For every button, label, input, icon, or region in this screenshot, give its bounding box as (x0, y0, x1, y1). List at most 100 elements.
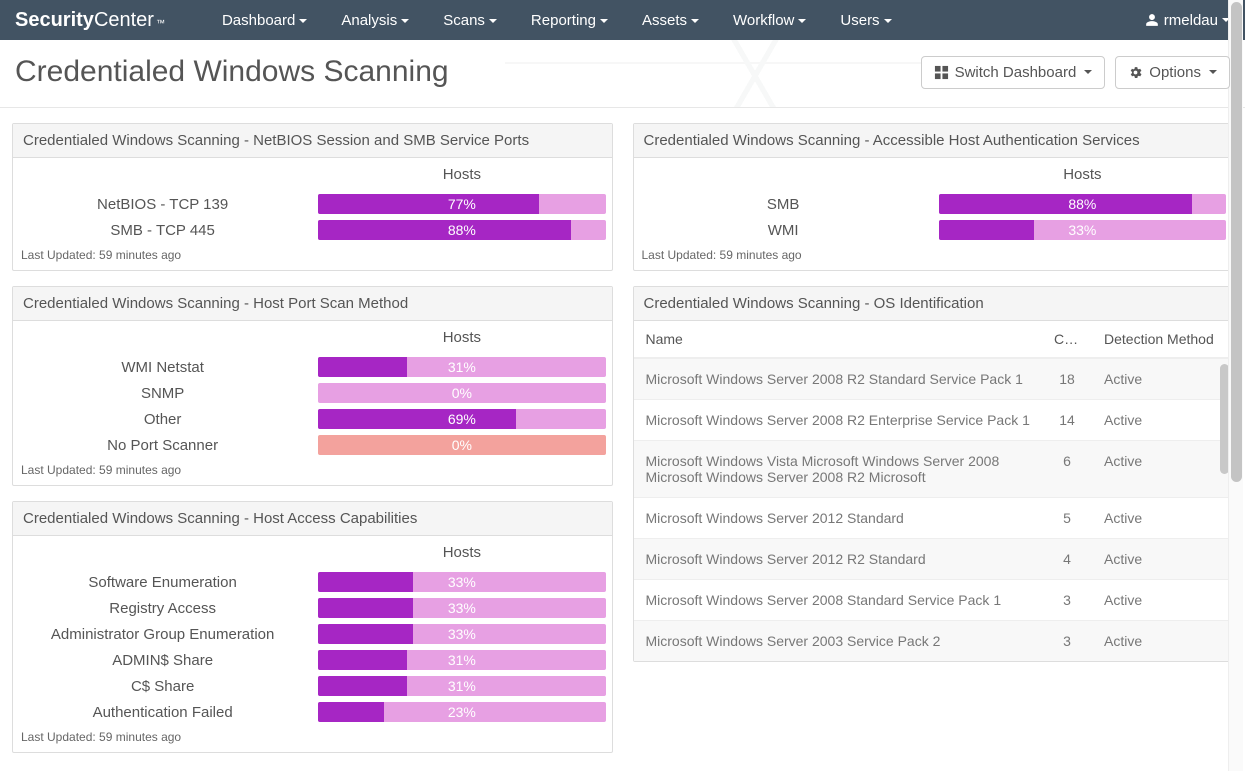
column-hosts: Hosts (933, 158, 1232, 191)
options-button[interactable]: Options (1115, 56, 1230, 89)
bar[interactable]: 33% (318, 624, 605, 644)
nav-item-users[interactable]: Users (823, 2, 908, 39)
bar-value: 77% (318, 194, 605, 214)
nav-label: Assets (642, 12, 687, 29)
row-label: ADMIN$ Share (13, 647, 312, 673)
bar[interactable]: 77% (318, 194, 605, 214)
brand-tm: ™ (156, 18, 165, 28)
row-label: WMI (634, 217, 933, 243)
cell-count: 6 (1042, 441, 1092, 498)
table-row[interactable]: Microsoft Windows Server 2012 R2 Standar… (634, 539, 1233, 580)
row-bar-cell: 88% (312, 217, 611, 243)
table-row[interactable]: Microsoft Windows Server 2012 Standard5A… (634, 498, 1233, 539)
brand-part1: Security (15, 9, 94, 32)
row-bar-cell: 69% (312, 406, 611, 432)
row-label: Authentication Failed (13, 699, 312, 725)
scrollbar-thumb[interactable] (1231, 2, 1242, 482)
panel-title: Credentialed Windows Scanning - Host Acc… (13, 502, 612, 536)
bar[interactable]: 88% (939, 194, 1226, 214)
bar-row: Software Enumeration33% (13, 569, 612, 595)
bar-value: 31% (318, 676, 605, 696)
bar[interactable]: 69% (318, 409, 605, 429)
table-row[interactable]: Microsoft Windows Server 2008 R2 Enterpr… (634, 400, 1233, 441)
table-row[interactable]: Microsoft Windows Vista Microsoft Window… (634, 441, 1233, 498)
nav-label: Analysis (341, 12, 397, 29)
nav-item-analysis[interactable]: Analysis (324, 2, 426, 39)
bar-table: Hosts SMB88%WMI 33% (634, 158, 1233, 243)
cell-name: Microsoft Windows Server 2012 R2 Standar… (634, 539, 1043, 580)
user-icon (1145, 13, 1159, 27)
column-count[interactable]: C… (1042, 321, 1092, 358)
nav-item-scans[interactable]: Scans (426, 2, 514, 39)
bar-row: WMI Netstat 31% (13, 354, 612, 380)
caret-down-icon (1084, 70, 1092, 74)
caret-down-icon (884, 19, 892, 23)
bar-row: WMI 33% (634, 217, 1233, 243)
row-bar-cell: 88% (933, 191, 1232, 217)
row-label: SMB - TCP 445 (13, 217, 312, 243)
bar[interactable]: 31% (318, 650, 605, 670)
bar[interactable]: 31% (318, 357, 605, 377)
table-row[interactable]: Microsoft Windows Server 2008 R2 Standar… (634, 359, 1233, 400)
column-name[interactable]: Name (634, 321, 1043, 358)
panel-port-scan-method: Credentialed Windows Scanning - Host Por… (12, 286, 613, 486)
bar[interactable]: 88% (318, 220, 605, 240)
caret-down-icon (600, 19, 608, 23)
nav-item-reporting[interactable]: Reporting (514, 2, 625, 39)
column-detection-method[interactable]: Detection Method (1092, 321, 1232, 358)
os-table-scroll[interactable]: Microsoft Windows Server 2008 R2 Standar… (634, 358, 1233, 661)
nav-item-dashboard[interactable]: Dashboard (205, 2, 324, 39)
bar[interactable]: 0% (318, 383, 605, 403)
row-label: C$ Share (13, 673, 312, 699)
row-bar-cell: 31% (312, 673, 611, 699)
bar-row: Administrator Group Enumeration33% (13, 621, 612, 647)
bar[interactable]: 23% (318, 702, 605, 722)
cell-count: 4 (1042, 539, 1092, 580)
grid-icon (934, 65, 949, 80)
bar-row: Registry Access33% (13, 595, 612, 621)
column-hosts: Hosts (312, 321, 611, 354)
dashboard: Credentialed Windows Scanning - NetBIOS … (0, 108, 1245, 753)
nav-item-assets[interactable]: Assets (625, 2, 716, 39)
row-bar-cell: 33% (312, 569, 611, 595)
nav-menu: Dashboard Analysis Scans Reporting Assets Wor… (205, 2, 1145, 39)
bar-row: C$ Share 31% (13, 673, 612, 699)
row-bar-cell: 0% (312, 380, 611, 406)
bar-table: Hosts WMI Netstat31%SNMP0%Other69%No Por… (13, 321, 612, 458)
page-title: Credentialed Windows Scanning (15, 55, 921, 89)
bar-value: 88% (939, 194, 1226, 214)
row-label: NetBIOS - TCP 139 (13, 191, 312, 217)
bar-row: SNMP0% (13, 380, 612, 406)
nav-label: Scans (443, 12, 485, 29)
row-bar-cell: 0% (312, 432, 611, 458)
bar-row: NetBIOS - TCP 139 77% (13, 191, 612, 217)
bar[interactable]: 31% (318, 676, 605, 696)
cell-name: Microsoft Windows Server 2003 Service Pa… (634, 621, 1043, 662)
bar[interactable]: 33% (318, 572, 605, 592)
table-row[interactable]: Microsoft Windows Server 2003 Service Pa… (634, 621, 1233, 662)
caret-down-icon (401, 19, 409, 23)
bar[interactable]: 33% (939, 220, 1226, 240)
user-menu[interactable]: rmeldau (1145, 12, 1230, 29)
row-label: WMI Netstat (13, 354, 312, 380)
bar-table: Hosts NetBIOS - TCP 13977%SMB - TCP 4458… (13, 158, 612, 243)
bar-row: SMB - TCP 445 88% (13, 217, 612, 243)
bar-value: 33% (318, 598, 605, 618)
table-row[interactable]: Microsoft Windows Server 2008 Standard S… (634, 580, 1233, 621)
bar-row: SMB88% (634, 191, 1233, 217)
panel-title: Credentialed Windows Scanning - NetBIOS … (13, 124, 612, 158)
bar-value: 69% (318, 409, 605, 429)
brand-logo[interactable]: SecurityCenter™ (15, 9, 165, 32)
panel-auth-services: Credentialed Windows Scanning - Accessib… (633, 123, 1234, 271)
row-bar-cell: 23% (312, 699, 611, 725)
bar[interactable]: 33% (318, 598, 605, 618)
page-scrollbar[interactable] (1228, 0, 1243, 771)
bar-value: 0% (318, 435, 605, 455)
user-name: rmeldau (1164, 12, 1218, 29)
nav-item-workflow[interactable]: Workflow (716, 2, 823, 39)
cell-name: Microsoft Windows Server 2008 R2 Standar… (634, 359, 1043, 400)
cell-method: Active (1092, 400, 1232, 441)
nav-label: Workflow (733, 12, 794, 29)
switch-dashboard-button[interactable]: Switch Dashboard (921, 56, 1106, 89)
bar[interactable]: 0% (318, 435, 605, 455)
